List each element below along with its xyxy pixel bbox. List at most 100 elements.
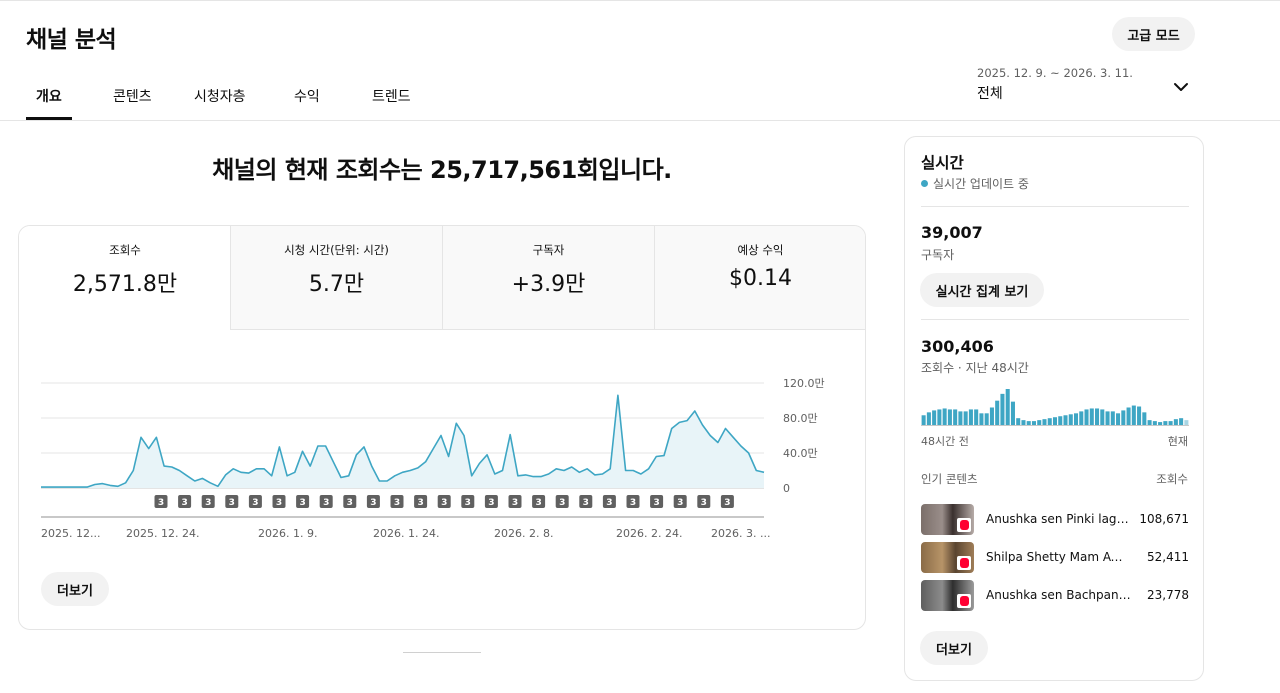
realtime-bar xyxy=(995,400,1000,425)
views-chart[interactable]: 120.0만 80.0만 40.0만 0 3 3 3 3 3 3 3 3 3 3 3 3 3 3 3 3 3 3 3 3 3 3 3… xyxy=(19,330,865,550)
top-content-header: 인기 콘텐츠 xyxy=(921,472,978,486)
top-content-item[interactable]: Shilpa Shetty Mam Awa... 52,411 xyxy=(921,542,1189,574)
scroll-indicator xyxy=(403,652,481,653)
axis-label-end: 현재 xyxy=(1167,435,1188,448)
realtime-bar xyxy=(1110,411,1115,425)
tab-trends[interactable]: 트렌드 xyxy=(372,86,411,106)
top-border xyxy=(0,0,1280,1)
metric-value: 2,571.8만 xyxy=(72,272,178,297)
advanced-mode-button[interactable]: 고급 모드 xyxy=(1112,17,1195,51)
realtime-bar xyxy=(937,409,942,425)
date-range-text: 2025. 12. 9. ~ 2026. 3. 11. xyxy=(977,66,1133,80)
realtime-bar xyxy=(921,415,926,425)
realtime-bar xyxy=(1179,418,1184,425)
realtime-bar-chart[interactable] xyxy=(921,389,1189,427)
live-dot-icon xyxy=(921,180,928,187)
subscriber-count: 39,007 xyxy=(921,223,983,242)
realtime-bar xyxy=(1052,417,1058,425)
upload-marker-label: 3 xyxy=(606,498,612,508)
realtime-bar xyxy=(932,410,937,425)
realtime-bar xyxy=(1158,422,1163,425)
realtime-bar xyxy=(1131,405,1136,425)
upload-marker-label: 3 xyxy=(677,498,683,508)
divider xyxy=(921,319,1189,320)
tab-overview[interactable]: 개요 xyxy=(36,86,62,106)
realtime-bar xyxy=(1073,413,1079,425)
realtime-bar xyxy=(989,407,994,425)
realtime-bar xyxy=(947,409,952,425)
upload-marker-label: 3 xyxy=(299,498,305,508)
upload-marker-label: 3 xyxy=(370,498,376,508)
upload-marker-label: 3 xyxy=(488,498,494,508)
realtime-bar xyxy=(1063,415,1068,425)
realtime-bar xyxy=(1184,420,1189,425)
realtime-bar xyxy=(1058,416,1063,425)
realtime-bar xyxy=(1100,409,1105,425)
realtime-bar xyxy=(1084,409,1089,425)
upload-marker-label: 3 xyxy=(465,498,471,508)
shorts-icon xyxy=(957,556,971,570)
chart-more-button[interactable]: 더보기 xyxy=(41,572,109,606)
upload-marker-label: 3 xyxy=(229,498,235,508)
realtime-bar xyxy=(953,409,958,425)
metric-label: 조회수 xyxy=(109,243,141,257)
realtime-bar xyxy=(1147,420,1152,425)
channel-views-headline: 채널의 현재 조회수는 25,717,561회입니다. xyxy=(212,156,672,184)
realtime-bar xyxy=(1168,421,1173,425)
shorts-icon xyxy=(957,594,971,608)
metric-label: 구독자 xyxy=(532,243,565,257)
shorts-icon xyxy=(957,518,971,532)
realtime-bar xyxy=(1068,414,1073,425)
realtime-bar xyxy=(1010,401,1015,425)
views-column-header: 조회수 xyxy=(1156,472,1188,486)
top-content-item[interactable]: Anushka sen Bachpan s... 23,778 xyxy=(921,580,1189,612)
metric-tab-subscribers[interactable]: 구독자 +3.9만 xyxy=(442,226,654,330)
views-48h-label: 조회수 · 지난 48시간 xyxy=(921,361,1029,375)
x-tick-label: 2026. 2. 24. xyxy=(616,527,682,540)
realtime-bar xyxy=(1000,393,1005,425)
realtime-more-button[interactable]: 더보기 xyxy=(920,631,988,665)
x-tick-label: 2026. 1. 9. xyxy=(258,527,317,540)
upload-marker-label: 3 xyxy=(630,498,636,508)
upload-marker-label: 3 xyxy=(724,498,730,508)
y-tick-label: 40.0만 xyxy=(783,447,818,460)
metric-value: $0.14 xyxy=(729,266,792,291)
realtime-bar xyxy=(1042,419,1047,425)
tab-content[interactable]: 콘텐츠 xyxy=(113,86,152,106)
realtime-bar xyxy=(1137,406,1142,425)
realtime-bar xyxy=(979,413,984,425)
realtime-bar xyxy=(1105,411,1110,425)
chevron-down-icon[interactable] xyxy=(1170,76,1192,98)
top-content-item[interactable]: Anushka sen Pinki lag ... 108,671 xyxy=(921,504,1189,536)
realtime-bar xyxy=(1163,421,1168,425)
realtime-bar xyxy=(1031,421,1036,425)
metric-tab-watch-time[interactable]: 시청 시간(단위: 시간) 5.7만 xyxy=(230,226,442,330)
realtime-bar xyxy=(942,408,947,425)
video-title: Anushka sen Bachpan s... xyxy=(986,588,1131,602)
y-tick-label: 0 xyxy=(783,482,790,495)
realtime-bar xyxy=(963,411,968,425)
video-views: 23,778 xyxy=(1147,588,1189,602)
tab-audience[interactable]: 시청자층 xyxy=(194,86,246,106)
metric-tab-revenue[interactable]: 예상 수익 $0.14 xyxy=(654,226,865,330)
realtime-bar xyxy=(1047,418,1052,425)
x-tick-label: 2026. 3. ... xyxy=(711,527,770,540)
video-title: Shilpa Shetty Mam Awa... xyxy=(986,550,1131,564)
x-tick-label: 2025. 12... xyxy=(41,527,100,540)
upload-marker-label: 3 xyxy=(181,498,187,508)
views-48h-count: 300,406 xyxy=(921,337,994,356)
upload-marker-label: 3 xyxy=(323,498,329,508)
realtime-bar xyxy=(984,413,989,425)
tab-revenue[interactable]: 수익 xyxy=(294,86,320,106)
metric-label: 예상 수익 xyxy=(737,243,784,257)
realtime-bar xyxy=(1005,389,1010,425)
live-count-button[interactable]: 실시간 집계 보기 xyxy=(920,273,1044,307)
metric-value: +3.9만 xyxy=(511,272,586,297)
metric-tab-views[interactable]: 조회수 2,571.8만 xyxy=(19,226,231,330)
upload-marker-label: 3 xyxy=(559,498,565,508)
upload-marker-label: 3 xyxy=(276,498,282,508)
realtime-bar xyxy=(1079,411,1084,425)
y-tick-label: 80.0만 xyxy=(783,412,818,425)
subscriber-label: 구독자 xyxy=(921,248,955,262)
realtime-bar xyxy=(958,411,963,425)
